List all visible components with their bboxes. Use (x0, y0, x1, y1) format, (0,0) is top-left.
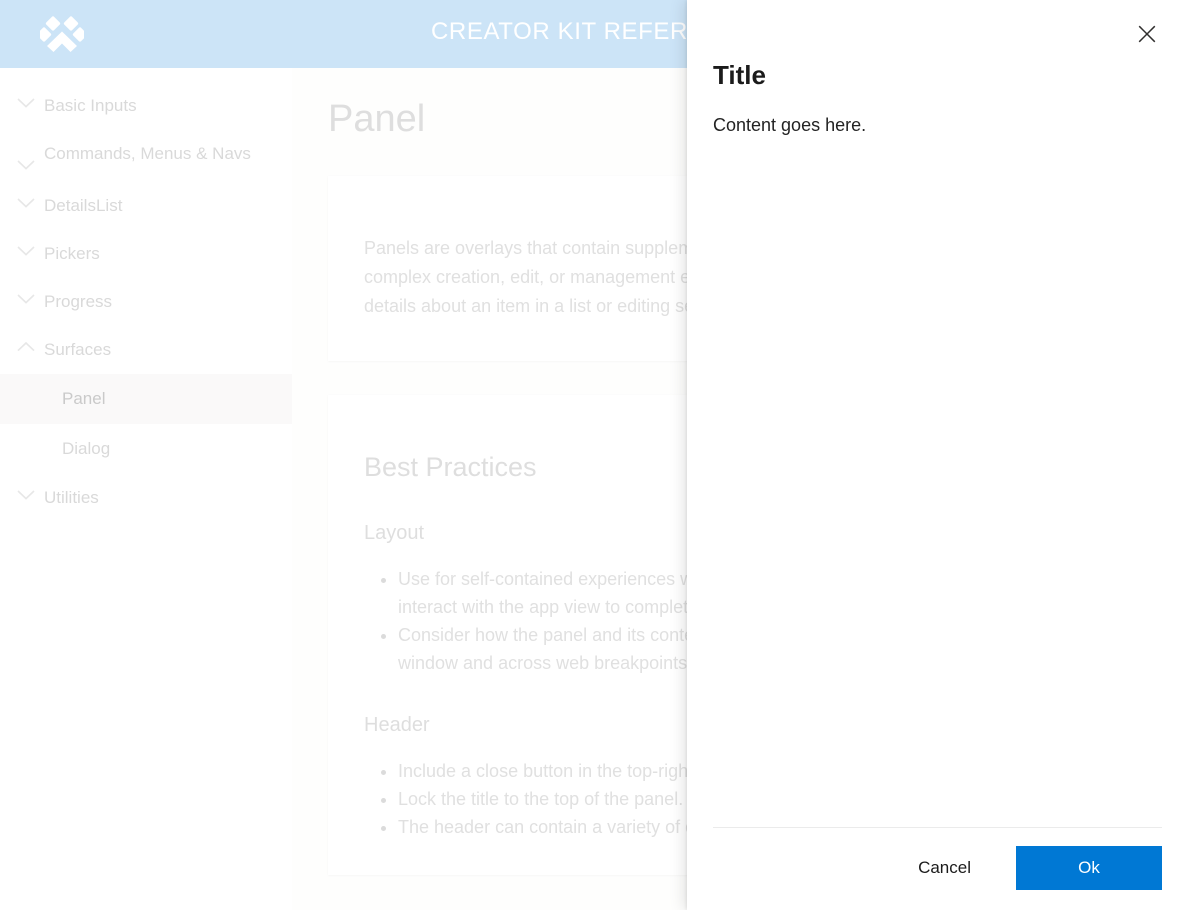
sidebar-item-surfaces[interactable]: Surfaces (0, 326, 292, 374)
sidebar-item-basic-inputs[interactable]: Basic Inputs (0, 82, 292, 130)
sidebar-item-label: Basic Inputs (44, 96, 137, 115)
chevron-down-icon (8, 141, 44, 171)
sidebar-item-commands-menus-navs[interactable]: Commands, Menus & Navs (0, 130, 292, 182)
panel-topbar (687, 0, 1188, 58)
chevron-down-icon (8, 241, 44, 257)
sidebar-nav: Basic Inputs Commands, Menus & Navs Deta… (0, 68, 292, 910)
sidebar-item-label: Panel (62, 389, 106, 408)
sidebar-item-panel[interactable]: Panel (0, 374, 292, 424)
sidebar-item-label: Dialog (62, 439, 111, 458)
ok-button[interactable]: Ok (1016, 846, 1162, 890)
app-root: CREATOR KIT REFERENCE Basic Inputs Comma… (0, 0, 1188, 910)
sidebar-item-label: DetailsList (44, 196, 123, 215)
chevron-down-icon (8, 289, 44, 305)
chevron-down-icon (8, 485, 44, 501)
sidebar-item-label: Utilities (44, 488, 99, 507)
sidebar-item-utilities[interactable]: Utilities (0, 474, 292, 522)
sidebar-item-detailslist[interactable]: DetailsList (0, 182, 292, 230)
chevron-down-icon (8, 193, 44, 209)
sidebar-item-progress[interactable]: Progress (0, 278, 292, 326)
sidebar-item-pickers[interactable]: Pickers (0, 230, 292, 278)
panel-footer: Cancel Ok (713, 827, 1162, 910)
chevron-down-icon (8, 93, 44, 109)
panel-content-text: Content goes here. (713, 115, 867, 135)
sidebar-item-label: Commands, Menus & Navs (44, 144, 251, 163)
cancel-button[interactable]: Cancel (899, 846, 990, 890)
panel-content: Content goes here. (687, 92, 1188, 827)
sidebar-item-label: Progress (44, 292, 113, 311)
sidebar-item-dialog[interactable]: Dialog (0, 424, 292, 474)
panel-title: Title (713, 60, 766, 90)
panel-surface: Title Content goes here. Cancel Ok (687, 0, 1188, 910)
close-icon[interactable] (1125, 12, 1169, 56)
sidebar-item-label: Surfaces (44, 340, 112, 359)
sidebar-item-label: Pickers (44, 244, 100, 263)
chevron-up-icon (8, 337, 44, 353)
